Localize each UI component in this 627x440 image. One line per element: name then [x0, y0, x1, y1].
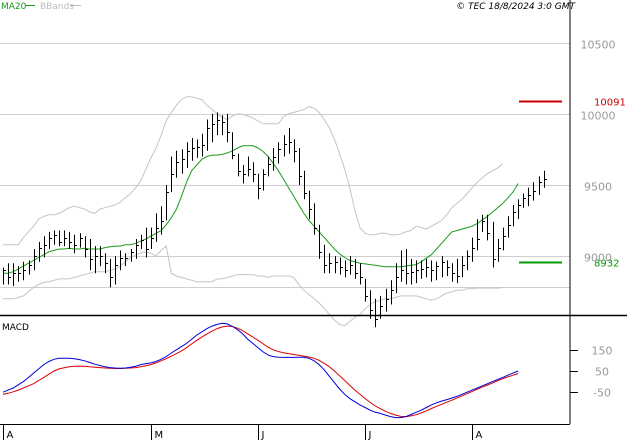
macd-tick-label-2: -50: [593, 387, 611, 400]
macd-tick-label-1: 50: [595, 366, 609, 379]
y-tick-label-9500: 9500: [584, 181, 612, 194]
y-tick-label-9000: 9000: [584, 252, 612, 265]
chart-canvas: MA20 BBands © TEC 18/8/2024 3:0 GMT 1009…: [0, 0, 627, 440]
x-tick-label-2: J: [261, 430, 265, 440]
macd-panel-title: MACD: [2, 323, 29, 333]
y-tick-label-10500: 10500: [581, 39, 616, 52]
macd-tick-label-0: 150: [592, 345, 613, 358]
legend-bbands-label: BBands: [40, 2, 74, 12]
legend-ma20-label: MA20: [1, 2, 27, 12]
y-tick-label-10000: 10000: [581, 110, 616, 123]
copyright-text: © TEC 18/8/2024 3:0 GMT: [456, 2, 576, 12]
marker-label-10091: 10091: [594, 98, 626, 109]
x-tick-label-4: A: [476, 430, 483, 440]
x-tick-label-0: A: [7, 430, 14, 440]
x-tick-label-3: J: [368, 430, 372, 440]
x-tick-label-1: M: [155, 430, 164, 440]
